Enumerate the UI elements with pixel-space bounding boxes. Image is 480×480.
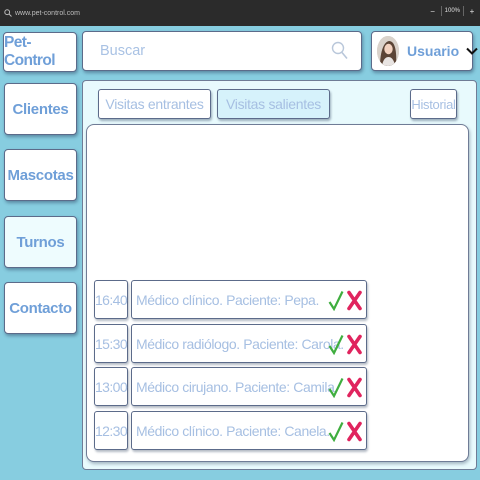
zoom-controls: − 100% +: [428, 6, 477, 16]
visit-description: Médico cirujano. Paciente: Camila.: [136, 379, 338, 395]
address-bar[interactable]: www.pet-control.com: [4, 6, 80, 20]
visit-description-box: Médico clínico. Paciente: Pepa.: [131, 280, 367, 319]
url-text: www.pet-control.com: [15, 9, 80, 17]
visit-time: 15:30: [94, 324, 128, 363]
zoom-divider: [440, 6, 442, 16]
zoom-divider: [463, 6, 464, 16]
check-icon[interactable]: [328, 377, 344, 403]
check-icon[interactable]: [328, 334, 344, 360]
search-field[interactable]: Buscar: [82, 31, 362, 71]
visit-time: 16:40: [94, 280, 128, 319]
address-search-icon: [4, 9, 12, 17]
check-icon[interactable]: [328, 290, 344, 316]
visit-time: 13:00: [94, 367, 128, 406]
search-icon[interactable]: [331, 41, 349, 66]
avatar: [377, 36, 399, 66]
cross-icon[interactable]: [347, 421, 362, 447]
user-menu[interactable]: Usuario: [371, 31, 478, 71]
visit-time: 12:30: [94, 411, 128, 450]
browser-toolbar: www.pet-control.com − 100% +: [0, 0, 480, 26]
sidebar-item-mascotas[interactable]: Mascotas: [4, 149, 77, 201]
cross-icon[interactable]: [347, 377, 362, 403]
visit-description-box: Médico radiólogo. Paciente: Carola.: [131, 324, 367, 363]
sidebar-item-contacto[interactable]: Contacto: [4, 282, 77, 334]
chevron-down-icon[interactable]: [466, 42, 478, 60]
visit-description-box: Médico cirujano. Paciente: Camila.: [131, 367, 367, 406]
search-input[interactable]: Buscar: [100, 43, 145, 59]
cross-icon[interactable]: [347, 334, 362, 360]
visit-description: Médico radiólogo. Paciente: Carola.: [136, 336, 344, 352]
visit-description: Médico clínico. Paciente: Pepa.: [136, 292, 319, 308]
cross-icon[interactable]: [347, 290, 362, 316]
app-logo[interactable]: Pet-Control: [3, 32, 77, 72]
sidebar-item-turnos[interactable]: Turnos: [4, 216, 77, 268]
history-button[interactable]: Historial: [410, 89, 457, 119]
sidebar-item-clientes[interactable]: Clientes: [4, 83, 77, 135]
zoom-out-button[interactable]: −: [428, 7, 438, 16]
check-icon[interactable]: [328, 421, 344, 447]
user-name: Usuario: [407, 43, 460, 59]
tab-visitas-salientes[interactable]: Visitas salientes: [217, 89, 330, 119]
visit-description: Médico clínico. Paciente: Canela.: [136, 423, 330, 439]
zoom-level: 100%: [444, 8, 460, 14]
zoom-in-button[interactable]: +: [467, 7, 477, 16]
visit-description-box: Médico clínico. Paciente: Canela.: [131, 411, 367, 450]
tab-visitas-entrantes[interactable]: Visitas entrantes: [98, 89, 211, 119]
